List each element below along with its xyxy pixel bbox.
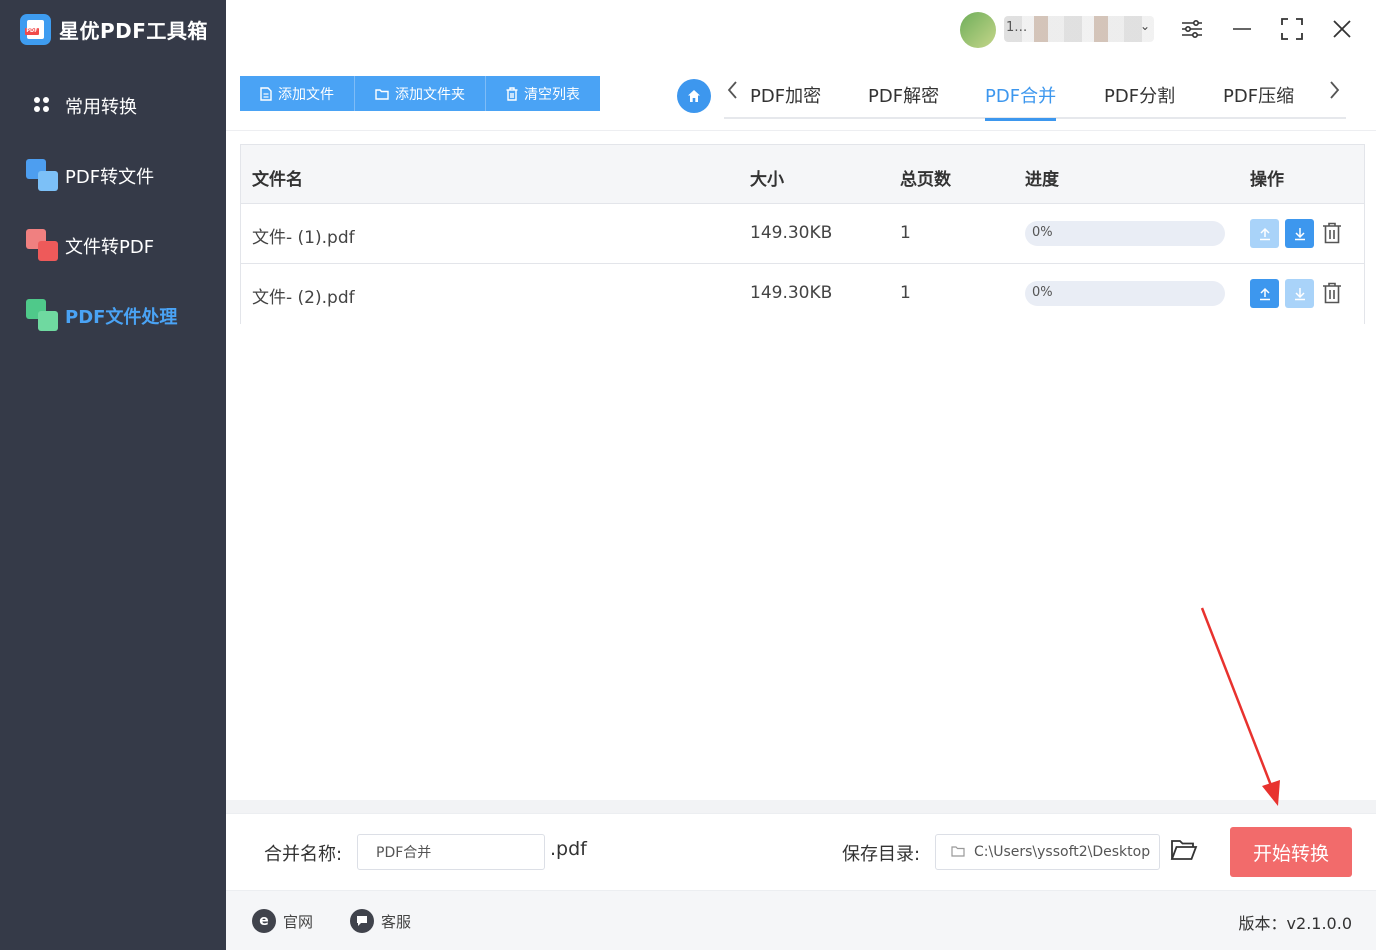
sidebar-item-pdf-to-file[interactable]: PDF转文件 (26, 159, 154, 192)
sidebar: PDF 星优PDF工具箱 常用转换 PDF转文件 文件转PDF PDF文件处理 (0, 0, 226, 950)
arrow-down-icon (1294, 227, 1305, 240)
add-file-button[interactable]: 添加文件 (240, 76, 355, 111)
trash-icon (1323, 282, 1341, 304)
version-label: 版本：v2.1.0.0 (1238, 914, 1352, 933)
tab-pdf-split[interactable]: PDF分割 (1104, 82, 1175, 118)
content-gap (226, 800, 1376, 813)
chat-icon (350, 909, 374, 933)
maximize-icon[interactable] (1277, 14, 1307, 44)
tab-pdf-compress[interactable]: PDF压缩 (1223, 82, 1294, 118)
progress-bar: 0% (1025, 221, 1225, 246)
table-row[interactable]: 文件- (1).pdf 149.30KB 1 0% (241, 204, 1364, 264)
apps-icon (26, 89, 59, 122)
header-progress: 进度 (1025, 170, 1059, 190)
website-link[interactable]: e 官网 (252, 909, 313, 933)
tabs-next-arrow[interactable] (1329, 80, 1341, 106)
cell-pages: 1 (900, 223, 911, 243)
cell-size: 149.30KB (750, 223, 833, 243)
extension-label: .pdf (550, 838, 587, 860)
delete-button[interactable] (1320, 219, 1344, 247)
chevron-right-icon (1330, 81, 1340, 99)
move-down-button[interactable] (1285, 279, 1314, 308)
logo-tag: PDF (25, 28, 39, 35)
header-pages: 总页数 (900, 170, 951, 190)
sidebar-item-common-convert[interactable]: 常用转换 (26, 89, 137, 122)
footer: e 官网 客服 版本：v2.1.0.0 (226, 890, 1376, 950)
tab-pdf-merge[interactable]: PDF合并 (985, 82, 1057, 121)
merge-name-input[interactable] (357, 834, 545, 870)
main-panel: 1… ⌄ 添加文件 添加文件夹 清空列表 PDF加密 PDF解密 PDF合并 P… (226, 0, 1376, 950)
cell-pages: 1 (900, 283, 911, 303)
header-size: 大小 (750, 170, 784, 190)
sidebar-item-pdf-processing[interactable]: PDF文件处理 (26, 299, 177, 332)
add-folder-label: 添加文件夹 (395, 86, 465, 103)
file-icon (260, 86, 272, 101)
output-settings-bar: 合并名称: .pdf 保存目录: 开始转换 (226, 813, 1376, 890)
sidebar-item-label: 文件转PDF (65, 236, 155, 258)
file-to-pdf-icon (26, 229, 59, 262)
header-actions: 操作 (1250, 170, 1284, 190)
cell-filename: 文件- (1).pdf (252, 228, 355, 248)
save-dir-label: 保存目录: (842, 844, 921, 865)
browser-icon: e (252, 909, 276, 933)
merge-name-label: 合并名称: (264, 844, 343, 865)
progress-text: 0% (1032, 285, 1053, 300)
pdf-processing-icon (26, 299, 59, 332)
start-convert-button[interactable]: 开始转换 (1230, 827, 1352, 877)
user-dropdown-icon[interactable]: ⌄ (1140, 19, 1150, 33)
add-folder-button[interactable]: 添加文件夹 (355, 76, 486, 111)
customer-service-link[interactable]: 客服 (350, 909, 411, 933)
header-filename: 文件名 (252, 170, 303, 190)
clear-list-button[interactable]: 清空列表 (486, 76, 600, 111)
sidebar-item-file-to-pdf[interactable]: 文件转PDF (26, 229, 154, 262)
progress-text: 0% (1032, 225, 1053, 240)
sidebar-item-label: PDF转文件 (65, 166, 155, 188)
avatar[interactable] (960, 12, 996, 48)
move-down-button[interactable] (1285, 219, 1314, 248)
file-table: 文件名 大小 总页数 进度 操作 文件- (1).pdf 149.30KB 1 … (240, 144, 1365, 325)
folder-open-icon (1170, 840, 1198, 860)
cell-size: 149.30KB (750, 283, 833, 303)
folder-icon (375, 88, 389, 100)
sidebar-item-label: PDF文件处理 (65, 306, 178, 328)
app-title: 星优PDF工具箱 (59, 19, 208, 43)
tab-pdf-decrypt[interactable]: PDF解密 (868, 82, 939, 118)
brand: PDF 星优PDF工具箱 (20, 14, 208, 45)
trash-icon (1323, 222, 1341, 244)
tab-pdf-encrypt[interactable]: PDF加密 (750, 82, 821, 118)
home-icon (688, 90, 700, 102)
trash-icon (506, 86, 518, 101)
cell-filename: 文件- (2).pdf (252, 288, 355, 308)
pdf-to-file-icon (26, 159, 59, 192)
home-button[interactable] (677, 79, 711, 113)
minimize-icon[interactable] (1227, 14, 1257, 44)
sidebar-item-label: 常用转换 (65, 96, 137, 118)
function-tabs: PDF加密 PDF解密 PDF合并 PDF分割 PDF压缩 (724, 78, 1346, 121)
move-up-button[interactable] (1250, 279, 1279, 308)
close-icon[interactable] (1327, 14, 1357, 44)
progress-bar: 0% (1025, 281, 1225, 306)
file-drop-area[interactable] (240, 324, 1365, 800)
move-up-button[interactable] (1250, 219, 1279, 248)
browse-folder-button[interactable] (1170, 838, 1200, 866)
divider (226, 130, 1376, 131)
clear-list-label: 清空列表 (524, 86, 580, 103)
delete-button[interactable] (1320, 279, 1344, 307)
arrow-down-icon (1294, 287, 1305, 300)
service-label: 客服 (381, 912, 412, 931)
arrow-up-icon (1259, 287, 1270, 300)
settings-sliders-icon[interactable] (1177, 14, 1207, 44)
table-row[interactable]: 文件- (2).pdf 149.30KB 1 0% (241, 264, 1364, 324)
add-file-label: 添加文件 (278, 86, 334, 103)
arrow-up-icon (1259, 227, 1270, 240)
website-label: 官网 (283, 912, 314, 931)
folder-icon (951, 846, 965, 857)
save-dir-input[interactable] (935, 834, 1160, 870)
file-toolbar: 添加文件 添加文件夹 清空列表 (240, 76, 600, 111)
app-logo-icon: PDF (20, 14, 51, 45)
user-name[interactable]: 1… (1006, 20, 1027, 35)
table-header: 文件名 大小 总页数 进度 操作 (241, 145, 1364, 204)
title-bar: 1… ⌄ (226, 0, 1376, 62)
